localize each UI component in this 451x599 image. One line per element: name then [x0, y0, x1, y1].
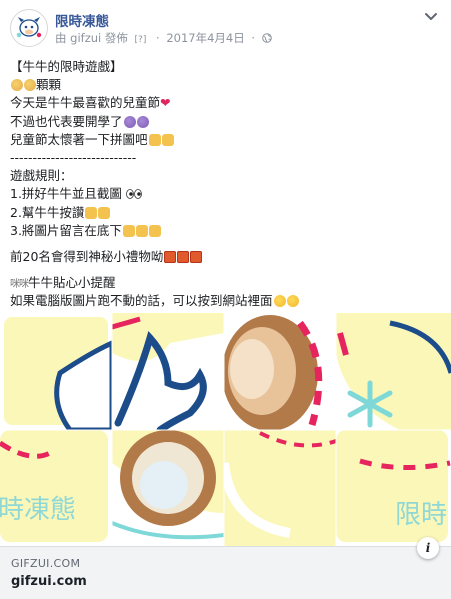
puzzle-tile-7	[224, 430, 336, 546]
thumbs-up-icon	[98, 206, 111, 219]
gift-icon	[190, 250, 203, 263]
post-line-3: 今天是牛牛最喜歡的兒童節❤	[10, 94, 440, 112]
info-icon[interactable]: i	[417, 537, 439, 559]
prize-text: 前20名會得到神秘小禮物呦	[10, 248, 164, 264]
meta-separator-2: ·	[251, 31, 256, 45]
puzzle-tile-3	[224, 313, 336, 430]
raised-hands-icon	[161, 133, 174, 146]
posted-by-prefix: 由	[55, 31, 67, 45]
puzzle-text-left: 時凍態	[0, 495, 76, 525]
gift-icon	[177, 250, 190, 263]
puzzle-tile-8: 限時	[336, 430, 451, 546]
facebook-post: 限時凍態 由 gifzui 發佈 [?] · 2017年4月4日 · 【牛牛的限…	[0, 0, 451, 599]
tip-body: 如果電腦版圖片跑不動的話，可以按到網站裡面	[10, 293, 273, 309]
dizzy-face-icon	[123, 115, 136, 128]
puzzle-tile-4	[336, 313, 451, 430]
link-preview[interactable]: GIFZUI.COM gifzui.com	[0, 546, 451, 599]
rule-1: 1.拼好牛牛並且截圖	[10, 185, 440, 203]
heart-icon: ❤	[160, 95, 171, 111]
meta-separator: ·	[156, 31, 160, 45]
avatar-logo	[12, 11, 46, 45]
gift-icon	[164, 250, 177, 263]
puzzle-tile-6	[112, 430, 224, 546]
puzzle-text-right: 限時	[395, 500, 447, 530]
rule-3: 3.將圖片留言在底下	[10, 222, 440, 240]
post-meta: 由 gifzui 發佈 [?] · 2017年4月4日 ·	[55, 30, 272, 46]
post-line-3-text: 今天是牛牛最喜歡的兒童節	[10, 95, 161, 111]
prize-line: 前20名會得到神秘小禮物呦	[10, 248, 440, 266]
tip-title: 牛牛貼心小提醒	[28, 275, 116, 291]
tip-body-line: 如果電腦版圖片跑不動的話，可以按到網站裡面	[10, 292, 440, 310]
eyes-icon	[126, 189, 142, 200]
grimace-emoji-icon	[11, 79, 23, 92]
posted-verb: 發佈	[104, 31, 128, 45]
link-domain: GIFZUI.COM	[11, 557, 81, 570]
tip-title-line: 咪咪牛牛貼心小提醒	[10, 274, 440, 292]
raised-hands-icon	[148, 133, 161, 146]
rule-1-text: 1.拼好牛牛並且截圖	[10, 186, 122, 202]
post-line-2-text: 顆顆	[36, 77, 62, 93]
smile-emoji-icon	[273, 295, 286, 308]
smile-emoji-icon	[286, 295, 299, 308]
post-divider: ----------------------------	[10, 149, 137, 165]
puzzle-image-svg: 時凍態 限時	[0, 313, 451, 546]
post-message: 【牛牛的限時遊戲】 顆顆 今天是牛牛最喜歡的兒童節❤ 不過也代表要開學了 兒童節…	[10, 58, 440, 310]
rule-3-text: 3.將圖片留言在底下	[10, 222, 122, 238]
chevron-down-icon[interactable]	[424, 12, 438, 22]
help-link[interactable]: [?]	[135, 35, 147, 45]
puzzle-tile-2	[112, 313, 224, 430]
page-name-link[interactable]: 限時凍態	[55, 10, 109, 30]
post-line-5: 兒童節太懷著一下拼圖吧	[10, 131, 440, 149]
rules-title: 遊戲規則：	[10, 168, 73, 184]
author-link[interactable]: gifzui	[70, 31, 101, 45]
rule-2-text: 2.幫牛牛按讚	[10, 204, 85, 220]
post-line-4-text: 不過也代表要開學了	[10, 113, 123, 129]
point-down-icon	[135, 224, 148, 237]
post-date-link[interactable]: 2017年4月4日	[166, 31, 244, 45]
post-line-5-text: 兒童節太懷著一下拼圖吧	[10, 131, 148, 147]
post-line-2: 顆顆	[10, 76, 440, 94]
puzzle-image[interactable]: 時凍態 限時	[0, 313, 451, 546]
tip-prefix: 咪咪	[10, 279, 29, 291]
link-title[interactable]: gifzui.com	[11, 574, 87, 589]
dizzy-face-icon	[136, 115, 149, 128]
puzzle-tile-5: 時凍態	[0, 430, 112, 546]
thumbs-up-icon	[85, 206, 98, 219]
puzzle-tile-1	[0, 313, 112, 430]
point-down-icon	[148, 224, 161, 237]
page-avatar[interactable]	[10, 9, 48, 47]
globe-icon[interactable]	[261, 33, 272, 43]
post-line-4: 不過也代表要開學了	[10, 113, 440, 131]
post-title-line: 【牛牛的限時遊戲】	[10, 59, 123, 74]
rule-2: 2.幫牛牛按讚	[10, 204, 440, 222]
grimace-emoji-icon	[24, 79, 36, 92]
point-down-icon	[122, 224, 135, 237]
